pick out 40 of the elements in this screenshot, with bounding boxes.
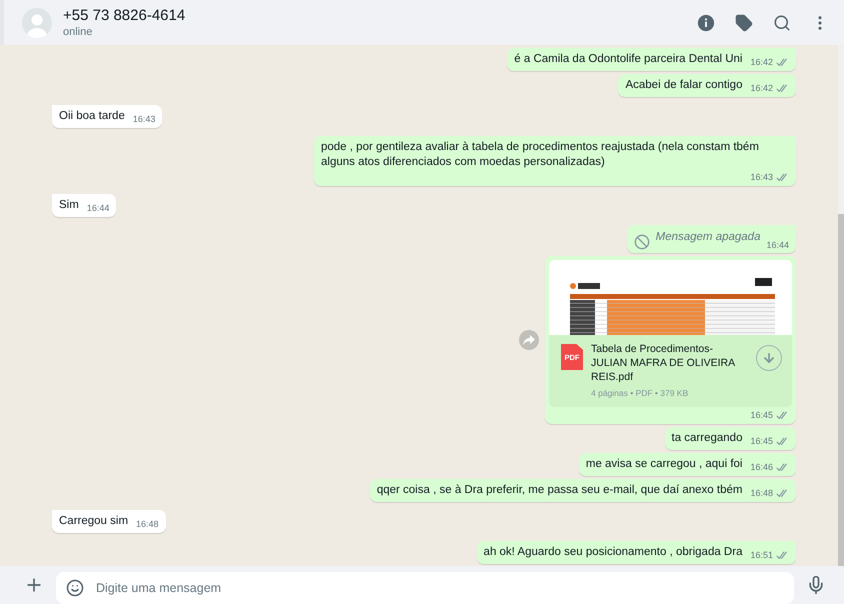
blocked-icon bbox=[634, 234, 650, 250]
read-ticks-icon bbox=[776, 550, 789, 560]
message-text: Acabei de falar contigo bbox=[625, 78, 742, 93]
contact-name: +55 73 8826-4614 bbox=[63, 6, 186, 25]
scrollbar-thumb[interactable] bbox=[838, 214, 844, 566]
message-time: 16:43 bbox=[132, 113, 156, 125]
message-text: pode , por gentileza avaliar à tabela de procedimentos reajustada (nela constam tbém alguns atos diferenciados com moedas personalizadas) bbox=[321, 140, 760, 170]
message-time: 16:45 bbox=[750, 410, 773, 420]
message-text: é a Camila da Odontolife parceira Dental Uni bbox=[514, 52, 742, 67]
message-text: me avisa se carregou , aqui foi bbox=[586, 457, 742, 472]
read-ticks-icon bbox=[776, 84, 789, 92]
forward-arrow-icon bbox=[523, 335, 535, 345]
message-time: 16:45 bbox=[750, 435, 773, 447]
message-time: 16:44 bbox=[766, 240, 789, 250]
message-time: 16:44 bbox=[86, 202, 110, 214]
message-text: qqer coisa , se à Dra preferir, me passa seu e-mail, que daí anexo tbém bbox=[376, 483, 742, 498]
message-input-field[interactable]: Digite uma mensagem bbox=[56, 572, 794, 604]
deleted-message-text: Mensagem apagada bbox=[656, 230, 760, 245]
message-time: 16:43 bbox=[750, 171, 773, 183]
read-ticks-icon bbox=[776, 58, 789, 66]
message-time: 16:46 bbox=[750, 461, 773, 473]
message-time: 16:48 bbox=[750, 487, 773, 499]
message-time: 16:42 bbox=[750, 82, 773, 94]
contact-status: online bbox=[63, 25, 94, 39]
file-name: Tabela de Procedimentos-JULIAN MAFRA DE OLIVEIRA REIS.pdf bbox=[591, 342, 736, 384]
read-ticks-icon bbox=[776, 462, 789, 472]
file-details: 4 páginas • PDF • 379 KB bbox=[591, 388, 690, 398]
message-text: Oii boa tarde bbox=[59, 109, 125, 124]
read-ticks-icon bbox=[776, 436, 789, 446]
message-time: 16:51 bbox=[750, 549, 773, 561]
message-text: Sim bbox=[59, 198, 79, 213]
message-time: 16:42 bbox=[750, 56, 773, 68]
message-time: 16:48 bbox=[136, 518, 159, 530]
message-text: Carregou sim bbox=[59, 514, 128, 529]
emoji-icon[interactable] bbox=[66, 579, 84, 597]
read-ticks-icon bbox=[776, 410, 789, 420]
message-text: ah ok! Aguardo seu posicionamento , obrigada Dra bbox=[484, 545, 742, 560]
read-ticks-icon bbox=[776, 488, 789, 498]
message-text: ta carregando bbox=[672, 431, 742, 446]
read-ticks-icon bbox=[776, 172, 789, 182]
